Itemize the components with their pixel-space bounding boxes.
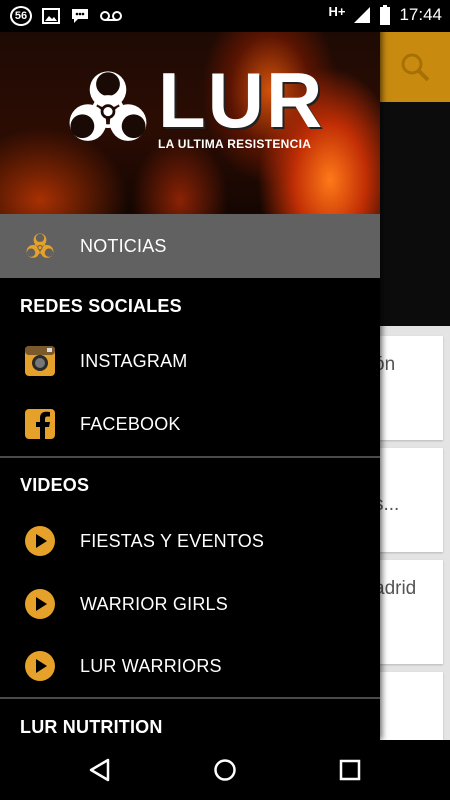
menu-item-label: WARRIOR GIRLS: [80, 593, 228, 614]
notification-count-badge: 56: [10, 6, 32, 26]
home-icon: [214, 759, 236, 781]
recents-button[interactable]: [336, 758, 364, 782]
back-button[interactable]: [86, 758, 114, 782]
menu-item-warrior-girls[interactable]: WARRIOR GIRLS: [0, 573, 380, 635]
voicemail-icon: [100, 11, 122, 21]
search-icon: [401, 53, 430, 82]
menu-item-label: INSTAGRAM: [80, 350, 188, 371]
recents-icon: [339, 759, 361, 781]
menu-item-label: NOTICIAS: [80, 235, 167, 256]
menu-item-facebook[interactable]: FACEBOOK: [0, 393, 380, 455]
biohazard-logo-icon: [69, 71, 147, 141]
clock: 17:44: [399, 5, 442, 24]
menu-item-noticias[interactable]: NOTICIAS: [0, 214, 380, 278]
navigation-drawer: LUR LA ULTIMA RESISTENCIA NOTICIAS REDES…: [0, 0, 380, 740]
news-card-text: adrid: [374, 578, 417, 599]
menu-item-label: FIESTAS Y EVENTOS: [80, 530, 265, 551]
system-navigation-bar: [0, 740, 450, 800]
chat-icon: [72, 9, 88, 23]
section-title-lur-nutrition: LUR NUTRITION: [20, 717, 163, 737]
home-button[interactable]: [211, 758, 239, 782]
battery-icon: [380, 5, 391, 25]
section-divider: [0, 697, 380, 699]
menu-item-fiestas-y-eventos[interactable]: FIESTAS Y EVENTOS: [0, 510, 380, 572]
section-title-redes-sociales: REDES SOCIALES: [20, 296, 182, 316]
instagram-icon: [24, 345, 56, 377]
play-icon: [24, 525, 56, 557]
menu-item-instagram[interactable]: INSTAGRAM: [0, 330, 380, 392]
menu-item-lur-warriors[interactable]: LUR WARRIORS: [0, 635, 380, 697]
logo-subtitle: LA ULTIMA RESISTENCIA: [158, 137, 312, 151]
lur-logo: LUR LA ULTIMA RESISTENCIA: [62, 56, 325, 151]
biohazard-icon: [24, 230, 56, 262]
back-icon: [89, 758, 110, 782]
search-button[interactable]: [380, 32, 450, 102]
status-bar: 56 H+ 17:44: [0, 0, 450, 32]
section-title-videos: VIDEOS: [20, 475, 90, 495]
signal-icon: [354, 7, 371, 23]
logo-title: LUR: [158, 56, 325, 144]
play-icon: [24, 588, 56, 620]
network-type: H+: [328, 3, 346, 19]
menu-item-label: LUR WARRIORS: [80, 655, 222, 676]
section-divider: [0, 456, 380, 458]
image-icon: [42, 8, 60, 24]
menu-item-label: FACEBOOK: [80, 413, 181, 434]
facebook-icon: [24, 408, 56, 440]
drawer-header: LUR LA ULTIMA RESISTENCIA: [0, 0, 380, 214]
play-icon: [24, 650, 56, 682]
